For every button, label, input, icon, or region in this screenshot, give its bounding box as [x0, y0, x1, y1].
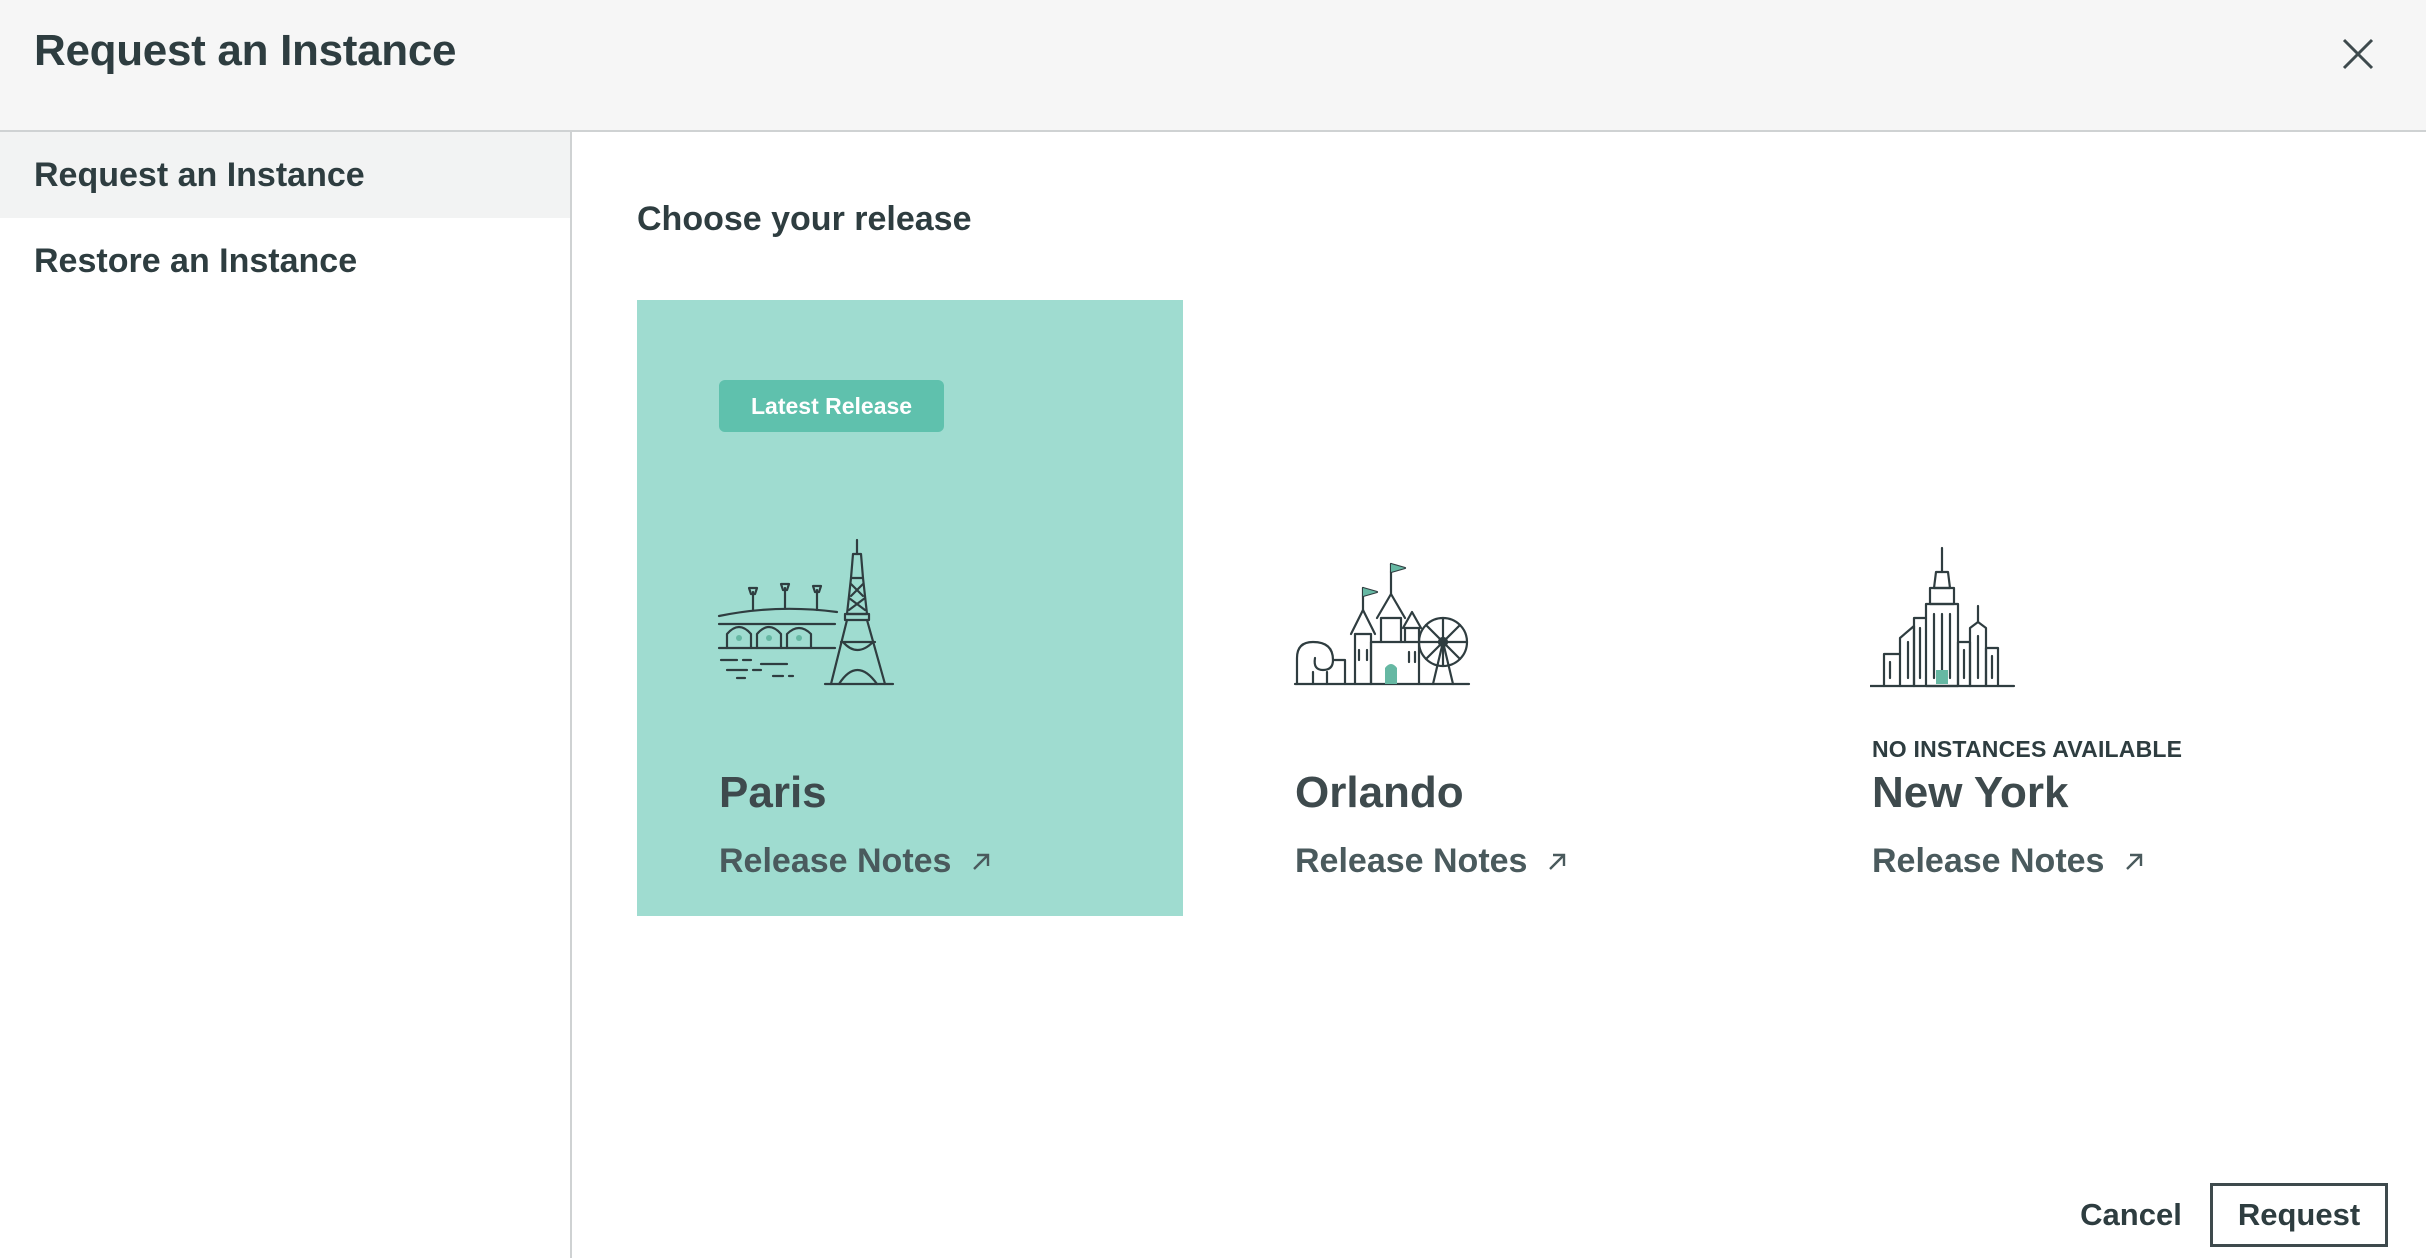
external-link-arrow-icon [2126, 853, 2143, 870]
close-icon [2342, 38, 2374, 70]
orlando-castle-icon [1293, 562, 1471, 686]
release-notes-link[interactable]: Release Notes [1295, 842, 1569, 881]
request-button[interactable]: Request [2210, 1183, 2388, 1247]
release-notes-link[interactable]: Release Notes [719, 842, 993, 881]
cancel-button[interactable]: Cancel [2076, 1184, 2186, 1246]
sidebar-item-request-instance[interactable]: Request an Instance [0, 132, 570, 218]
release-notes-label: Release Notes [1872, 842, 2105, 880]
release-notes-link[interactable]: Release Notes [1872, 842, 2146, 881]
external-link-arrow-icon [1549, 853, 1566, 870]
paris-eiffel-tower-icon [717, 538, 895, 686]
sidebar: Request an Instance Restore an Instance [0, 132, 572, 1258]
section-title: Choose your release [637, 200, 972, 238]
release-city-name: Paris [719, 768, 827, 817]
release-card-orlando[interactable]: Orlando Release Notes [1213, 300, 1759, 916]
release-notes-label: Release Notes [1295, 842, 1528, 880]
external-link-arrow-icon [973, 853, 990, 870]
release-city-name: New York [1872, 768, 2069, 817]
availability-status: NO INSTANCES AVAILABLE [1872, 736, 2183, 762]
new-york-skyline-icon [1870, 546, 2016, 688]
sidebar-item-label: Request an Instance [34, 155, 365, 194]
release-notes-label: Release Notes [719, 842, 952, 880]
modal-title: Request an Instance [34, 26, 457, 75]
release-card-paris[interactable]: Latest Release Paris Release Notes [637, 300, 1183, 916]
release-city-name: Orlando [1295, 768, 1464, 817]
sidebar-item-restore-instance[interactable]: Restore an Instance [0, 218, 570, 304]
close-button[interactable] [2330, 26, 2386, 82]
request-instance-modal: Request an Instance Request an Instance … [0, 0, 2426, 1258]
sidebar-item-label: Restore an Instance [34, 241, 358, 280]
release-card-new-york[interactable]: NO INSTANCES AVAILABLE New York Release … [1790, 300, 2336, 916]
modal-header: Request an Instance [0, 0, 2426, 132]
latest-release-badge: Latest Release [719, 380, 945, 432]
